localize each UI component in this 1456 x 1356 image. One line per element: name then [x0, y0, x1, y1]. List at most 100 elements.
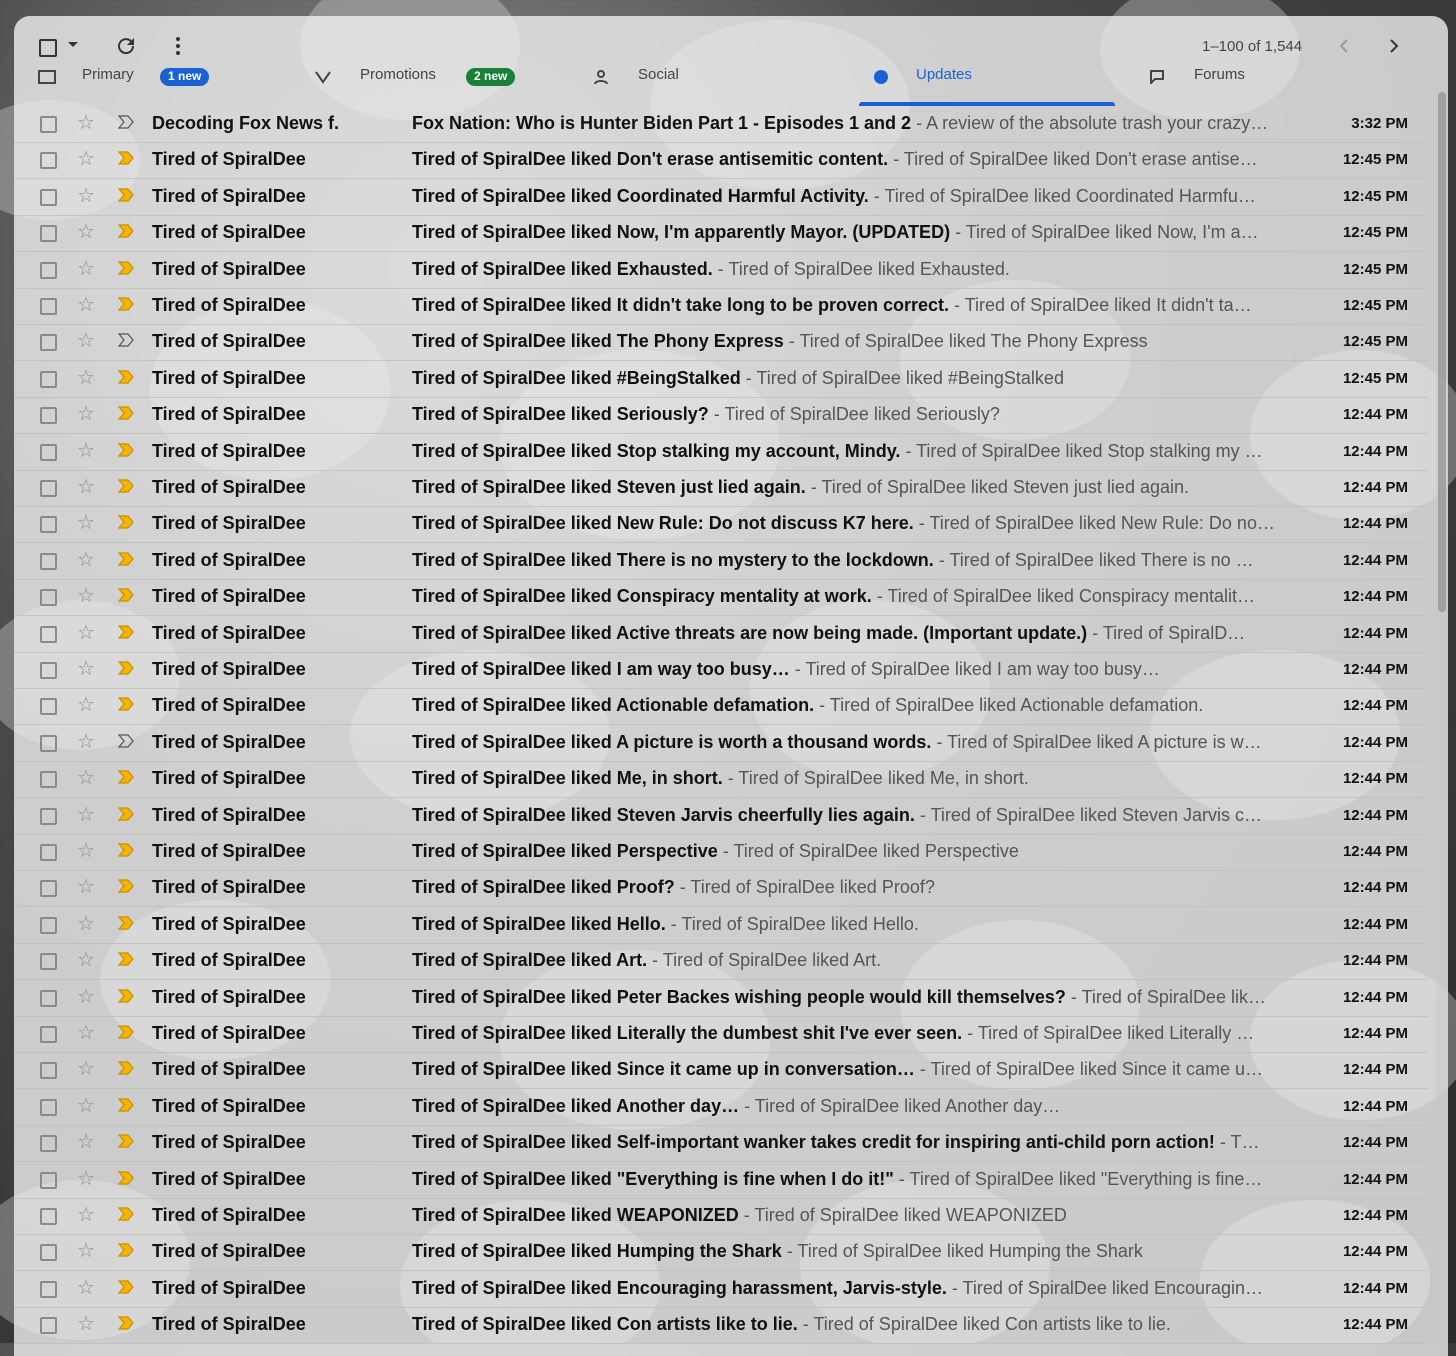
importance-marker-icon[interactable]	[118, 151, 134, 165]
star-icon[interactable]: ☆	[77, 220, 95, 244]
row-checkbox[interactable]	[40, 152, 57, 169]
importance-marker-icon[interactable]	[118, 115, 134, 129]
more-options-icon[interactable]	[166, 34, 190, 58]
scrollbar-thumb[interactable]	[1438, 92, 1446, 612]
email-row[interactable]: ☆ Tired of SpiralDee Tired of SpiralDee li…	[14, 1089, 1428, 1126]
importance-marker-icon[interactable]	[118, 1098, 134, 1112]
row-checkbox[interactable]	[40, 698, 57, 715]
email-row[interactable]: ☆ Tired of SpiralDee Tired of SpiralDee li…	[14, 980, 1428, 1017]
importance-marker-icon[interactable]	[118, 406, 134, 420]
star-icon[interactable]: ☆	[77, 730, 95, 754]
row-checkbox[interactable]	[40, 189, 57, 206]
row-checkbox[interactable]	[40, 444, 57, 461]
importance-marker-icon[interactable]	[118, 807, 134, 821]
email-row[interactable]: ☆ Tired of SpiralDee Tired of SpiralDee li…	[14, 579, 1428, 616]
star-icon[interactable]: ☆	[77, 511, 95, 535]
star-icon[interactable]: ☆	[77, 329, 95, 353]
email-row[interactable]: ☆ Tired of SpiralDee Tired of SpiralDee li…	[14, 397, 1428, 434]
star-icon[interactable]: ☆	[77, 948, 95, 972]
email-row[interactable]: ☆ Tired of SpiralDee Tired of SpiralDee li…	[14, 506, 1428, 543]
star-icon[interactable]: ☆	[77, 1057, 95, 1081]
importance-marker-icon[interactable]	[118, 261, 134, 275]
email-row[interactable]: ☆ Tired of SpiralDee Tired of SpiralDee li…	[14, 215, 1428, 252]
row-checkbox[interactable]	[40, 735, 57, 752]
tab-promotions[interactable]: Promotions 2 new	[314, 68, 564, 108]
row-checkbox[interactable]	[40, 334, 57, 351]
star-icon[interactable]: ☆	[77, 584, 95, 608]
older-page-icon[interactable]	[1382, 34, 1406, 58]
email-row[interactable]: ☆ Tired of SpiralDee Tired of SpiralDee li…	[14, 616, 1428, 653]
select-all-checkbox[interactable]	[39, 39, 57, 57]
star-icon[interactable]: ☆	[77, 839, 95, 863]
row-checkbox[interactable]	[40, 1099, 57, 1116]
email-row[interactable]: ☆ Tired of SpiralDee Tired of SpiralDee li…	[14, 1162, 1428, 1199]
star-icon[interactable]: ☆	[77, 111, 95, 135]
row-checkbox[interactable]	[40, 1244, 57, 1261]
row-checkbox[interactable]	[40, 1317, 57, 1334]
star-icon[interactable]: ☆	[77, 875, 95, 899]
star-icon[interactable]: ☆	[77, 366, 95, 390]
importance-marker-icon[interactable]	[118, 1207, 134, 1221]
row-checkbox[interactable]	[40, 225, 57, 242]
star-icon[interactable]: ☆	[77, 766, 95, 790]
email-row[interactable]: ☆ Tired of SpiralDee Tired of SpiralDee li…	[14, 1271, 1428, 1308]
email-row[interactable]: ☆ Tired of SpiralDee Tired of SpiralDee li…	[14, 943, 1428, 980]
row-checkbox[interactable]	[40, 953, 57, 970]
row-checkbox[interactable]	[40, 1281, 57, 1298]
row-checkbox[interactable]	[40, 990, 57, 1007]
importance-marker-icon[interactable]	[118, 297, 134, 311]
importance-marker-icon[interactable]	[118, 952, 134, 966]
email-row[interactable]: ☆ Tired of SpiralDee Tired of SpiralDee li…	[14, 1052, 1428, 1089]
email-row[interactable]: ☆ Tired of SpiralDee Tired of SpiralDee li…	[14, 1016, 1428, 1053]
row-checkbox[interactable]	[40, 480, 57, 497]
email-row[interactable]: ☆ Tired of SpiralDee Tired of SpiralDee li…	[14, 1234, 1428, 1271]
email-row[interactable]: ☆ Tired of SpiralDee Tired of SpiralDee li…	[14, 870, 1428, 907]
row-checkbox[interactable]	[40, 1172, 57, 1189]
importance-marker-icon[interactable]	[118, 333, 134, 347]
email-row[interactable]: ☆ Tired of SpiralDee Tired of SpiralDee li…	[14, 252, 1428, 289]
row-checkbox[interactable]	[40, 662, 57, 679]
row-checkbox[interactable]	[40, 1135, 57, 1152]
row-checkbox[interactable]	[40, 1026, 57, 1043]
star-icon[interactable]: ☆	[77, 402, 95, 426]
row-checkbox[interactable]	[40, 553, 57, 570]
row-checkbox[interactable]	[40, 116, 57, 133]
scrollbar[interactable]	[1436, 90, 1448, 1356]
importance-marker-icon[interactable]	[118, 443, 134, 457]
importance-marker-icon[interactable]	[118, 1061, 134, 1075]
importance-marker-icon[interactable]	[118, 916, 134, 930]
importance-marker-icon[interactable]	[118, 588, 134, 602]
email-row[interactable]: ☆ Tired of SpiralDee Tired of SpiralDee li…	[14, 1198, 1428, 1235]
email-row[interactable]: ☆ Tired of SpiralDee Tired of SpiralDee li…	[14, 1125, 1428, 1162]
importance-marker-icon[interactable]	[118, 989, 134, 1003]
star-icon[interactable]: ☆	[77, 803, 95, 827]
email-row[interactable]: ☆ Tired of SpiralDee Tired of SpiralDee li…	[14, 543, 1428, 580]
email-row[interactable]: ☆ Tired of SpiralDee Tired of SpiralDee li…	[14, 652, 1428, 689]
star-icon[interactable]: ☆	[77, 1021, 95, 1045]
row-checkbox[interactable]	[40, 808, 57, 825]
tab-social[interactable]: Social	[594, 68, 844, 108]
importance-marker-icon[interactable]	[118, 370, 134, 384]
importance-marker-icon[interactable]	[118, 879, 134, 893]
importance-marker-icon[interactable]	[118, 552, 134, 566]
email-row[interactable]: ☆ Tired of SpiralDee Tired of SpiralDee li…	[14, 798, 1428, 835]
email-row[interactable]: ☆ Tired of SpiralDee Tired of SpiralDee li…	[14, 434, 1428, 471]
email-row[interactable]: ☆ Tired of SpiralDee Tired of SpiralDee li…	[14, 361, 1428, 398]
importance-marker-icon[interactable]	[118, 697, 134, 711]
refresh-icon[interactable]	[114, 34, 138, 58]
star-icon[interactable]: ☆	[77, 257, 95, 281]
row-checkbox[interactable]	[40, 844, 57, 861]
star-icon[interactable]: ☆	[77, 548, 95, 572]
star-icon[interactable]: ☆	[77, 1239, 95, 1263]
star-icon[interactable]: ☆	[77, 1203, 95, 1227]
row-checkbox[interactable]	[40, 626, 57, 643]
importance-marker-icon[interactable]	[118, 1025, 134, 1039]
email-row[interactable]: ☆ Tired of SpiralDee Tired of SpiralDee li…	[14, 688, 1428, 725]
email-row[interactable]: ☆ Tired of SpiralDee Tired of SpiralDee li…	[14, 725, 1428, 762]
importance-marker-icon[interactable]	[118, 1280, 134, 1294]
importance-marker-icon[interactable]	[118, 843, 134, 857]
importance-marker-icon[interactable]	[118, 661, 134, 675]
star-icon[interactable]: ☆	[77, 985, 95, 1009]
row-checkbox[interactable]	[40, 1062, 57, 1079]
star-icon[interactable]: ☆	[77, 147, 95, 171]
